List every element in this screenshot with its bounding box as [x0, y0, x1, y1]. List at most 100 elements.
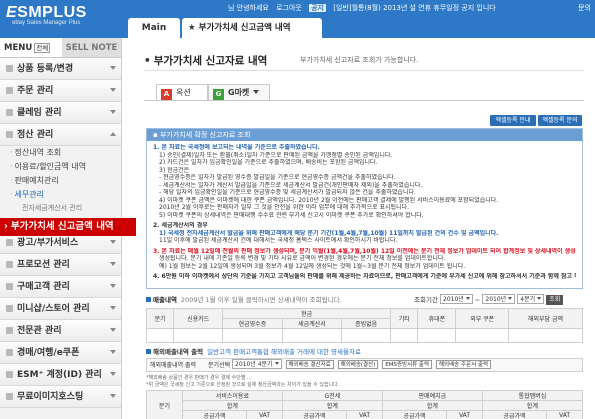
- chevron-down-icon: [274, 362, 279, 365]
- sidebar-item-promotion[interactable]: 프로모션 관리: [0, 254, 121, 276]
- top-nav: 님 안녕하세요 로그아웃 공지 [일반]월통(8월) 2013년 설 연휴 휴무…: [228, 3, 501, 13]
- sidebar-item-label: 광고/부가서비스: [17, 238, 79, 248]
- range-separator: ~: [474, 296, 481, 304]
- year-end-select[interactable]: 2010년: [482, 294, 516, 304]
- tab-vat-report-label: 부가가치세 신고금액 내역: [198, 23, 291, 33]
- year-start-select[interactable]: 2010년: [440, 294, 473, 304]
- notice-line: 1. 본 자료는 국세청에 보고되는 내역을 기준으로 추출하였습니다.: [153, 144, 320, 151]
- logout-link[interactable]: 로그아웃: [276, 4, 302, 12]
- excel-guide-button[interactable]: 엑셀등록 안내: [490, 115, 536, 126]
- sidebar-item-label: 클레임 관리: [17, 108, 62, 118]
- menu-bullet-icon: [6, 239, 13, 246]
- sales-filter-row: 매출내역 2009년 1월 이후 일월 클릭하시면 상세내역이 조회됩니다. 조회…: [146, 294, 583, 307]
- chevron-up-icon: [110, 132, 116, 136]
- notice-link[interactable]: [일반]월통(8월) 2013년 설 연휴 휴무일정 공지 입니다: [333, 4, 495, 12]
- sidebar-item-esm-account[interactable]: ESM⁺ 계정(ID) 관리: [0, 364, 121, 386]
- notice-body: 1. 본 자료는 국세청에 보고되는 내역을 기준으로 추출하였습니다. 1) …: [147, 141, 582, 281]
- esmplus-logo[interactable]: ESMPLUS ebay Sales Manager Plus: [6, 4, 87, 26]
- notice-line: - 해당 일자의 입금확인일을 기준으로 현금영수증 및 세금계산서가 발급되지…: [159, 189, 416, 196]
- sidebar-item-label: 상품 등록/변경: [17, 64, 74, 74]
- auction-logo-icon: A: [161, 89, 172, 100]
- chevron-down-icon: [110, 66, 116, 70]
- sidebar-item-image-hosting[interactable]: 무료이미지호스팅: [0, 386, 121, 408]
- sidebar-sub-settlement-view[interactable]: · 정산내역 조회: [0, 146, 121, 160]
- excel-faq-button[interactable]: 엑셀등록 문의: [538, 115, 582, 126]
- notice-line: - 현금영수증은 일자가 발급된 영수증 발급일을 기준으로 현금영수증 금액건…: [159, 174, 396, 181]
- search-button[interactable]: 조회: [546, 295, 564, 305]
- sidebar-sub-vat-report[interactable]: › 부가가치세 신고금액 내역: [0, 218, 136, 236]
- chevron-down-icon: [110, 284, 116, 288]
- col-subheader: 공급가액: [481, 410, 548, 419]
- chevron-down-icon: [110, 394, 116, 398]
- menu-bullet-icon: [6, 109, 13, 116]
- sidebar-item-label: 주문 관리: [17, 86, 54, 96]
- notice-header: ▪ 부가가치세 확정 신고자료 조회: [147, 129, 582, 141]
- sidebar-item-label: 정산 관리: [17, 130, 54, 140]
- sidebar-item-label: 미니샵/스토어 관리: [17, 304, 90, 314]
- col-header: 해외부담 금액: [507, 308, 584, 329]
- period-label: 조회기간: [414, 296, 438, 304]
- overseas-settlement-button[interactable]: 해외배송 결산자료: [285, 360, 334, 369]
- notice-line: 1) 승인(결제)일자 또는 환불(취소)일자 기준으로 판매된 금액을 가맹점…: [159, 151, 393, 159]
- col-header: 외부 쿠폰: [455, 308, 509, 329]
- menu-label: MENU: [4, 43, 33, 53]
- chevron-down-icon: [110, 306, 116, 310]
- menu-bullet-icon: [6, 349, 13, 356]
- footnote: *해외배송 상품인 경우 판매가 경우 결제 수단별 ... *위 금액은 국세…: [146, 375, 339, 388]
- sidebar-item-label: 구매고객 관리: [17, 282, 70, 292]
- sidebar-sub-fees[interactable]: · 이용료/할인금액 내역: [0, 160, 121, 174]
- sidebar-item-product[interactable]: 상품 등록/변경: [0, 58, 121, 80]
- notice-line: 11일 이후에 발급된 세금계산서 건에 대해서는 국세청 홈택스 사이트에서 …: [159, 237, 398, 244]
- contact-link[interactable]: 문의: [578, 3, 591, 13]
- sidebar-sub-tax[interactable]: · 세무관리: [0, 188, 121, 202]
- menu-all-button[interactable]: 전체: [34, 43, 51, 53]
- menu-bullet-icon: [6, 393, 13, 400]
- sidebar-subsub-einvoice[interactable]: 전자세금계산서 관리: [0, 202, 121, 214]
- sidebar-item-minishop[interactable]: 미니샵/스토어 관리: [0, 298, 121, 320]
- sidebar-item-customers[interactable]: 구매고객 관리: [0, 276, 121, 298]
- star-icon[interactable]: ★: [188, 23, 196, 33]
- chevron-down-icon: [110, 110, 116, 114]
- menu-bullet-icon: [6, 371, 13, 378]
- tab-main[interactable]: Main: [128, 18, 180, 38]
- overseas-filter-row: 해외매출내역 출력 분기선택 2010년 4분기 해외배송 결산자료 해외배송(…: [146, 358, 583, 372]
- page-title: • 부가가치세 신고자료 내역: [144, 55, 268, 67]
- sidebar-item-label: 경매/여행/e쿠폰: [17, 348, 80, 358]
- menu-bullet-icon: [6, 65, 13, 72]
- chevron-right-icon: ›: [4, 221, 8, 232]
- notice-line: 2. 세금계산서의 경우: [153, 222, 208, 229]
- tab-sell-note[interactable]: SELL NOTE: [62, 38, 121, 57]
- brand-subtitle: ebay Sales Manager Plus: [12, 20, 81, 26]
- notice-line: 2010년 2월 이후로는 판매자가 일부 그 것을 안전을 위한 이러 업무에…: [159, 204, 410, 211]
- col-header: G전세: [281, 390, 383, 401]
- sidebar-item-specialty[interactable]: 전문관 관리: [0, 320, 121, 342]
- col-header: 분기: [146, 390, 183, 419]
- tab-auction[interactable]: A 옥션: [156, 84, 208, 101]
- sidebar-item-settlement[interactable]: 정산 관리: [0, 124, 121, 146]
- overseas-settle-button[interactable]: 해외배송(결산): [337, 360, 379, 369]
- sidebar-item-claim[interactable]: 클레임 관리: [0, 102, 121, 124]
- col-subheader: 공급가액: [381, 410, 448, 419]
- col-subheader: VAT: [546, 410, 583, 419]
- col-header: 신용카드: [173, 308, 224, 329]
- ems-print-button[interactable]: EMS증빙서류 출력: [382, 360, 433, 369]
- bullet-icon: •: [144, 55, 151, 67]
- overseas-quarter-select[interactable]: 2010년 4분기: [232, 359, 282, 369]
- col-subheader: 합계: [281, 400, 383, 411]
- tab-vat-report[interactable]: ★ 부가가치세 신고금액 내역: [182, 18, 322, 38]
- sidebar-item-label: ESM⁺ 계정(ID) 관리: [17, 370, 102, 380]
- sidebar-item-auction-travel[interactable]: 경매/여행/e쿠폰: [0, 342, 121, 364]
- menu-bullet-icon: [6, 305, 13, 312]
- tab-gmarket[interactable]: G G마켓: [208, 84, 270, 101]
- col-subheader: 합계: [481, 400, 584, 411]
- overseas-label: 해외매출내역 출력: [150, 362, 197, 369]
- quarter-select[interactable]: 4분기: [517, 294, 545, 304]
- square-bullet-icon: [146, 349, 151, 354]
- sidebar-item-order[interactable]: 주문 관리: [0, 80, 121, 102]
- overseas-order-print-button[interactable]: 해외배송 주문서 출력: [435, 360, 492, 369]
- chevron-down-icon: [110, 240, 116, 244]
- tab-menu[interactable]: MENU 전체: [0, 38, 62, 57]
- notice-line: 예) 1월 정보는 2월 12일에 생성되며 3월 정보가 4월 12일에 생성…: [159, 262, 466, 270]
- sales-label: 매출내역: [153, 296, 177, 304]
- sidebar-sub-deposit[interactable]: · 판매예치관리: [0, 174, 121, 188]
